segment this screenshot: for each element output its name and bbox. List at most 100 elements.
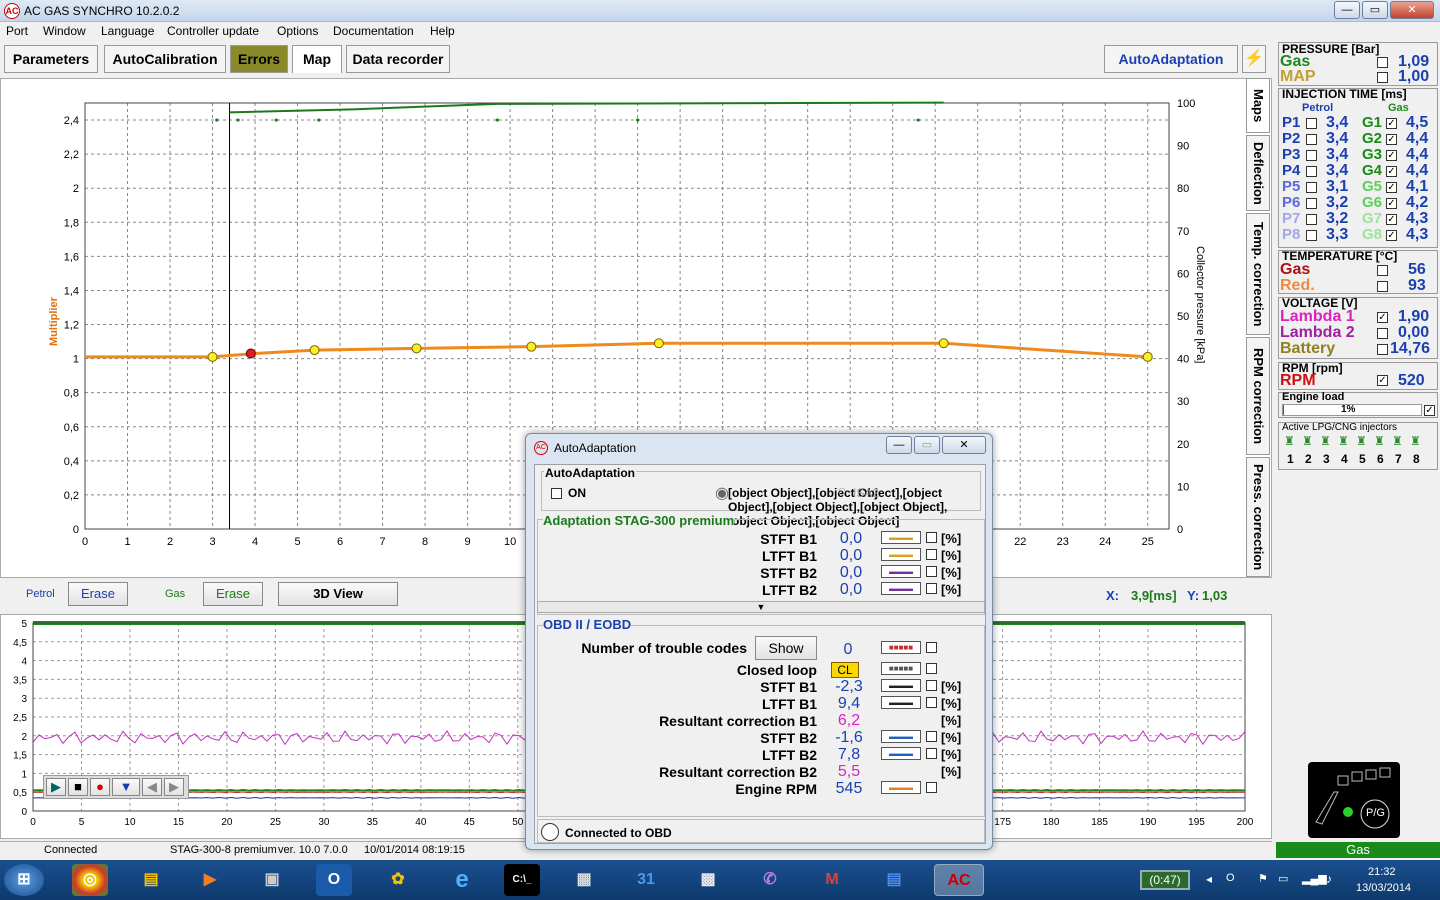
calculator-icon[interactable]: ▦ xyxy=(566,864,602,896)
gas-injector-checkbox[interactable]: ✓ xyxy=(1386,166,1397,177)
gas-injector-checkbox[interactable]: ✓ xyxy=(1386,182,1397,193)
map-pressure-checkbox[interactable] xyxy=(1377,72,1388,83)
tray-device-icon[interactable]: ▭ xyxy=(1278,872,1288,885)
gas-injector-checkbox[interactable]: ✓ xyxy=(1386,230,1397,241)
chrome-icon[interactable]: ◎ xyxy=(72,864,108,896)
side-tab-rpm-correction[interactable]: RPM correction xyxy=(1246,337,1270,455)
obd-checkbox[interactable] xyxy=(926,782,937,793)
lambda2-checkbox[interactable] xyxy=(1377,328,1388,339)
menu-window[interactable]: Window xyxy=(43,24,86,38)
gauge-icon[interactable]: ⚡ xyxy=(1242,45,1266,73)
adaptation-checkbox[interactable] xyxy=(926,549,937,560)
tab-errors[interactable]: Errors xyxy=(230,45,288,73)
gas-injector-checkbox[interactable]: ✓ xyxy=(1386,118,1397,129)
erase-petrol-button[interactable]: Erase xyxy=(68,582,128,606)
gmail-icon[interactable]: M xyxy=(814,864,850,896)
start-button-icon[interactable]: ⊞ xyxy=(4,864,44,896)
petrol-injector-checkbox[interactable] xyxy=(1306,134,1317,145)
tab-map[interactable]: Map xyxy=(292,45,342,73)
menu-port[interactable]: Port xyxy=(6,24,28,38)
gas-injector-checkbox[interactable]: ✓ xyxy=(1386,150,1397,161)
tray-signal-icon[interactable]: ▂▄▆ xyxy=(1302,872,1327,885)
bee-app-icon[interactable]: ✿ xyxy=(380,864,416,896)
petrol-injector-checkbox[interactable] xyxy=(1306,182,1317,193)
closed-loop-checkbox[interactable] xyxy=(926,663,937,674)
docs-icon[interactable]: ▤ xyxy=(876,864,912,896)
side-tab-temp-correction[interactable]: Temp. correction xyxy=(1246,213,1270,335)
maximize-button[interactable]: ▭ xyxy=(1362,1,1388,19)
play-button[interactable]: ▶ xyxy=(46,778,66,796)
menu-documentation[interactable]: Documentation xyxy=(333,24,414,38)
autoadaptation-button[interactable]: AutoAdaptation xyxy=(1104,45,1238,73)
side-tab-press-correction[interactable]: Press. correction xyxy=(1246,457,1270,577)
explorer-icon[interactable]: ▤ xyxy=(133,864,169,896)
battery-checkbox[interactable] xyxy=(1377,344,1388,355)
obd-checkbox[interactable] xyxy=(926,680,937,691)
menu-language[interactable]: Language xyxy=(101,24,154,38)
record-button[interactable]: ● xyxy=(90,778,110,796)
petrol-injector-checkbox[interactable] xyxy=(1306,118,1317,129)
expand-arrow-icon[interactable]: ▼ xyxy=(537,601,985,613)
side-tab-maps[interactable]: Maps xyxy=(1246,78,1270,133)
menu-help[interactable]: Help xyxy=(430,24,455,38)
petrol-injector-checkbox[interactable] xyxy=(1306,230,1317,241)
minimize-button[interactable]: — xyxy=(1334,1,1360,19)
media-player-icon[interactable]: ▶ xyxy=(192,864,228,896)
engine-load-checkbox[interactable]: ✓ xyxy=(1424,405,1435,416)
internet-explorer-icon[interactable]: e xyxy=(444,864,480,896)
close-button[interactable]: ✕ xyxy=(1390,1,1434,19)
gas-injector-checkbox[interactable]: ✓ xyxy=(1386,134,1397,145)
tab-parameters[interactable]: Parameters xyxy=(4,45,98,73)
lambda1-checkbox[interactable]: ✓ xyxy=(1377,312,1388,323)
ac-gas-synchro-taskbar-icon[interactable]: AC xyxy=(934,864,984,896)
tab-autocalibration[interactable]: AutoCalibration xyxy=(104,45,226,73)
calendar-icon[interactable]: 31 xyxy=(628,864,664,896)
obd-checkbox[interactable] xyxy=(926,731,937,742)
marker-button[interactable]: ▼ xyxy=(112,778,140,796)
rpm-checkbox[interactable]: ✓ xyxy=(1377,375,1388,386)
gas-pressure-checkbox[interactable] xyxy=(1377,57,1388,68)
gas-temp-checkbox[interactable] xyxy=(1377,265,1388,276)
petrol-injector-checkbox[interactable] xyxy=(1306,214,1317,225)
petrol-injector-checkbox[interactable] xyxy=(1306,198,1317,209)
menu-options[interactable]: Options xyxy=(277,24,318,38)
adaptation-checkbox[interactable] xyxy=(926,583,937,594)
isa2-radio[interactable]: ○ xyxy=(837,483,847,501)
taskbar-date[interactable]: 13/03/2014 xyxy=(1356,882,1411,894)
prev-button[interactable]: ◀ xyxy=(142,778,162,796)
on-checkbox[interactable] xyxy=(551,488,562,499)
tab-data-recorder[interactable]: Data recorder xyxy=(346,45,450,73)
dialog-maximize-button[interactable]: ▭ xyxy=(914,436,940,454)
viber-icon[interactable]: ✆ xyxy=(752,864,788,896)
dialog-minimize-button[interactable]: — xyxy=(886,436,912,454)
obd-checkbox[interactable] xyxy=(926,748,937,759)
gas-injector-checkbox[interactable]: ✓ xyxy=(1386,198,1397,209)
petrol-injector-checkbox[interactable] xyxy=(1306,150,1317,161)
petrol-injector-checkbox[interactable] xyxy=(1306,166,1317,177)
tray-outlook-icon[interactable]: O xyxy=(1226,872,1235,884)
adaptation-checkbox[interactable] xyxy=(926,532,937,543)
tray-arrow-icon[interactable]: ◂ xyxy=(1206,872,1212,886)
erase-gas-button[interactable]: Erase xyxy=(203,582,263,606)
gas-injector-checkbox[interactable]: ✓ xyxy=(1386,214,1397,225)
3d-view-button[interactable]: 3D View xyxy=(278,582,398,606)
apps-grid-icon[interactable]: ▩ xyxy=(690,864,726,896)
dialog-close-button[interactable]: ✕ xyxy=(942,436,986,454)
outlook-icon[interactable]: O xyxy=(316,864,352,896)
tray-security-icon[interactable]: ⚑ xyxy=(1258,872,1268,885)
next-button[interactable]: ▶ xyxy=(164,778,184,796)
taskbar-time[interactable]: 21:32 xyxy=(1368,866,1396,878)
menu-controller-update[interactable]: Controller update xyxy=(167,24,259,38)
show-trouble-codes-button[interactable]: Show xyxy=(755,636,817,660)
command-prompt-icon[interactable]: C:\_ xyxy=(504,864,540,896)
adaptation-checkbox[interactable] xyxy=(926,566,937,577)
tray-volume-icon[interactable]: ♪ xyxy=(1326,872,1332,886)
stop-button[interactable]: ■ xyxy=(68,778,88,796)
network-app-icon[interactable]: ▣ xyxy=(254,864,290,896)
pg-switch[interactable]: P/G xyxy=(1308,762,1400,838)
obd-radio[interactable]: ◉ xyxy=(715,483,729,503)
side-tab-deflection[interactable]: Deflection xyxy=(1246,135,1270,211)
battery-indicator[interactable]: (0:47) xyxy=(1140,870,1190,890)
reducer-temp-checkbox[interactable] xyxy=(1377,281,1388,292)
trouble-checkbox[interactable] xyxy=(926,642,937,653)
